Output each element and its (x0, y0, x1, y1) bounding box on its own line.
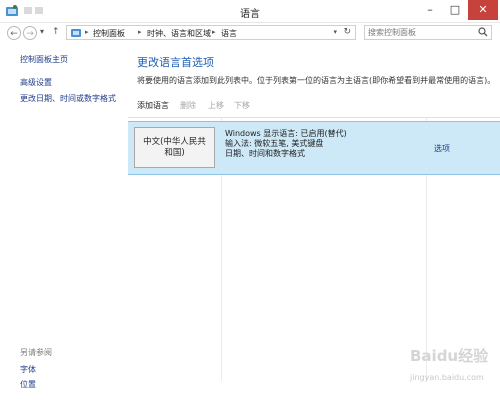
page-title: 更改语言首选项 (137, 56, 214, 69)
move-down-button[interactable]: 下移 (234, 100, 250, 111)
sidebar-item-location[interactable]: 位置 (20, 379, 36, 390)
see-also-heading: 另请参阅 (20, 348, 52, 357)
breadcrumb-separator[interactable]: ▸ (212, 28, 216, 36)
breadcrumb-separator[interactable]: ▸ (85, 28, 89, 36)
back-button[interactable]: ← (7, 26, 21, 40)
language-toolbar: 添加语言 删除 上移 下移 (128, 95, 500, 115)
chevron-down-icon[interactable]: ▾ (333, 28, 337, 36)
list-item[interactable]: 中文(中华人民共和国) Windows 显示语言: 已启用(替代) 输入法: 微… (128, 121, 500, 175)
language-options-link[interactable]: 选项 (434, 143, 450, 154)
watermark: Baidu经验 jingyan.baidu.com (410, 345, 496, 397)
search-icon[interactable] (478, 27, 488, 37)
refresh-icon[interactable]: ↻ (343, 27, 351, 37)
sidebar-item-advanced-settings[interactable]: 高级设置 (20, 77, 52, 88)
minimize-button[interactable]: – (418, 0, 442, 20)
address-bar[interactable]: ▸ 控制面板 ▸ 时钟、语言和区域 ▸ 语言 ▾ ↻ (66, 25, 356, 40)
language-list: 中文(中华人民共和国) Windows 显示语言: 已启用(替代) 输入法: 微… (128, 117, 500, 381)
page-description: 将要使用的语言添加到此列表中。位于列表第一位的语言为主语言(即你希望看到并最常使… (137, 76, 496, 85)
sidebar: 控制面板主页 高级设置 更改日期、时间或数字格式 另请参阅 字体 位置 (0, 44, 128, 401)
search-box[interactable] (364, 25, 492, 40)
language-tile[interactable]: 中文(中华人民共和国) (134, 127, 215, 168)
sidebar-item-fonts[interactable]: 字体 (20, 364, 36, 375)
control-panel-icon (71, 29, 81, 37)
navigation-bar: ← → ▾ ↑ ▸ 控制面板 ▸ 时钟、语言和区域 ▸ 语言 ▾ ↻ (0, 22, 500, 44)
input-method-info: 输入法: 微软五笔, 美式键盘 (225, 139, 324, 148)
date-time-format-info: 日期、时间和数字格式 (225, 149, 305, 158)
search-input[interactable] (368, 27, 473, 38)
watermark-logo: Baidu经验 (410, 347, 489, 365)
language-details: Windows 显示语言: 已启用(替代) 输入法: 微软五笔, 美式键盘 日期… (225, 129, 347, 159)
title-bar: 语言 – □ ✕ (0, 0, 500, 23)
display-language-status: Windows 显示语言: 已启用(替代) (225, 129, 347, 138)
remove-language-button[interactable]: 删除 (180, 100, 196, 111)
watermark-url: jingyan.baidu.com (410, 373, 484, 382)
move-up-button[interactable]: 上移 (208, 100, 224, 111)
close-button[interactable]: ✕ (468, 0, 498, 20)
add-language-button[interactable]: 添加语言 (137, 100, 169, 111)
breadcrumb-language[interactable]: 语言 (221, 28, 237, 39)
breadcrumb-separator[interactable]: ▸ (138, 28, 142, 36)
sidebar-item-control-panel-home[interactable]: 控制面板主页 (20, 54, 68, 65)
forward-button[interactable]: → (23, 26, 37, 40)
maximize-button[interactable]: □ (443, 0, 467, 20)
recent-locations-button[interactable]: ▾ (40, 27, 44, 36)
up-button[interactable]: ↑ (52, 27, 60, 37)
breadcrumb-clock-language-region[interactable]: 时钟、语言和区域 (147, 28, 211, 39)
breadcrumb-control-panel[interactable]: 控制面板 (93, 28, 125, 39)
sidebar-item-change-date-time-formats[interactable]: 更改日期、时间或数字格式 (20, 93, 116, 104)
